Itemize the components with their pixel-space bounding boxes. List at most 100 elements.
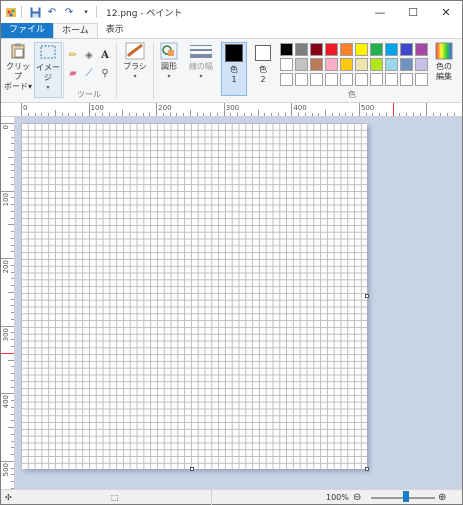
- palette-swatch[interactable]: [370, 58, 383, 71]
- palette-swatch[interactable]: [370, 43, 383, 56]
- ruler-tick: [277, 113, 279, 116]
- tab-home[interactable]: ホーム: [53, 23, 98, 38]
- tab-view[interactable]: 表示: [98, 23, 132, 38]
- ruler-tick: [8, 291, 14, 293]
- ruler-tick: [11, 332, 14, 334]
- brush-label: ブラシ: [123, 62, 147, 71]
- ruler-tick: [257, 110, 259, 116]
- palette-swatch[interactable]: [310, 73, 323, 86]
- close-button[interactable]: ✕: [431, 1, 461, 23]
- customize-quick-access-icon[interactable]: ▾: [79, 5, 93, 19]
- ruler-label: 400: [2, 395, 10, 409]
- resize-handle-right[interactable]: [365, 294, 369, 298]
- cursor-position-icon: ✣: [5, 493, 12, 502]
- ruler-tick: [230, 113, 232, 116]
- drawing-canvas[interactable]: [21, 123, 367, 469]
- palette-swatch[interactable]: [280, 43, 293, 56]
- paint-app-icon[interactable]: [4, 5, 18, 19]
- palette-swatch[interactable]: [280, 73, 293, 86]
- palette-swatch[interactable]: [325, 73, 338, 86]
- text-tool-icon[interactable]: A: [98, 48, 112, 62]
- ruler-tick: [81, 113, 83, 116]
- palette-swatch[interactable]: [295, 73, 308, 86]
- palette-swatch[interactable]: [400, 58, 413, 71]
- ruler-tick: [264, 113, 266, 116]
- palette-swatch[interactable]: [295, 43, 308, 56]
- palette-swatch[interactable]: [340, 43, 353, 56]
- palette-swatch[interactable]: [325, 43, 338, 56]
- palette-swatch[interactable]: [310, 43, 323, 56]
- palette-swatch[interactable]: [400, 73, 413, 86]
- clipboard-button[interactable]: クリップ ボード▾: [4, 42, 32, 92]
- shapes-button[interactable]: 図形 ▾: [156, 42, 182, 82]
- palette-swatch[interactable]: [295, 58, 308, 71]
- ruler-cursor-marker: [1, 353, 14, 354]
- ruler-tick: [304, 113, 306, 116]
- ruler-tick: [1, 258, 14, 260]
- ruler-tick: [223, 103, 225, 116]
- ruler-tick: [426, 103, 428, 116]
- redo-icon[interactable]: ↷: [62, 5, 76, 19]
- ruler-tick: [11, 386, 14, 388]
- palette-swatch[interactable]: [340, 73, 353, 86]
- ruler-tick: [385, 113, 387, 116]
- ruler-tick: [95, 113, 97, 116]
- image-button[interactable]: イメージ ▾: [34, 42, 62, 98]
- palette-swatch[interactable]: [355, 43, 368, 56]
- ruler-tick: [169, 113, 171, 116]
- color1-button[interactable]: 色 1: [221, 42, 247, 96]
- palette-swatch[interactable]: [415, 58, 428, 71]
- palette-swatch[interactable]: [415, 43, 428, 56]
- line-width-button[interactable]: 線の幅 ▾: [185, 42, 217, 82]
- palette-swatch[interactable]: [280, 58, 293, 71]
- palette-swatch[interactable]: [385, 58, 398, 71]
- ruler-tick: [11, 183, 14, 185]
- ruler-tick: [11, 379, 14, 381]
- separator: [211, 490, 212, 505]
- ruler-tick: [318, 113, 320, 116]
- ribbon: クリップ ボード▾ イメージ ▾ ✏ ◈ A ▰ ⟋ ⚲ ツール ブラシ ▾ 図…: [1, 38, 462, 103]
- fill-bucket-icon[interactable]: ◈: [82, 48, 96, 62]
- resize-handle-corner[interactable]: [365, 467, 369, 471]
- zoom-slider-thumb[interactable]: [403, 491, 410, 502]
- palette-swatch[interactable]: [340, 58, 353, 71]
- ruler-tick: [11, 143, 14, 145]
- maximize-button[interactable]: ☐: [398, 1, 428, 23]
- palette-swatch[interactable]: [385, 73, 398, 86]
- brush-button[interactable]: ブラシ ▾: [120, 42, 150, 82]
- undo-icon[interactable]: ↶: [45, 5, 59, 19]
- palette-swatch[interactable]: [310, 58, 323, 71]
- tab-file[interactable]: ファイル: [1, 23, 54, 38]
- palette-swatch[interactable]: [355, 58, 368, 71]
- ruler-label: 200: [158, 104, 172, 112]
- magnifier-icon[interactable]: ⚲: [98, 66, 112, 80]
- ruler-tick: [271, 113, 273, 116]
- zoom-in-icon[interactable]: ⊕: [438, 490, 446, 505]
- ruler-tick: [352, 113, 354, 116]
- eraser-icon[interactable]: ▰: [66, 66, 80, 80]
- edit-colors-button[interactable]: 色の 編集: [431, 42, 457, 82]
- minimize-button[interactable]: —: [365, 1, 395, 23]
- ruler-tick: [34, 113, 36, 116]
- resize-handle-bottom[interactable]: [190, 467, 194, 471]
- palette-swatch[interactable]: [325, 58, 338, 71]
- pencil-icon[interactable]: ✏: [66, 48, 80, 62]
- palette-swatch[interactable]: [355, 73, 368, 86]
- clipboard-icon: [8, 42, 28, 60]
- ruler-tick: [75, 113, 77, 116]
- ruler-tick: [196, 113, 198, 116]
- palette-swatch[interactable]: [370, 73, 383, 86]
- ruler-tick: [21, 103, 22, 116]
- ruler-tick: [11, 474, 14, 476]
- palette-swatch[interactable]: [385, 43, 398, 56]
- color-picker-icon[interactable]: ⟋: [82, 66, 96, 80]
- palette-swatch[interactable]: [400, 43, 413, 56]
- ruler-tick: [1, 325, 14, 327]
- color2-button[interactable]: 色 2: [251, 42, 275, 85]
- ruler-label: 500: [2, 462, 10, 477]
- ruler-tick: [446, 113, 448, 116]
- zoom-out-icon[interactable]: ⊖: [353, 490, 361, 505]
- palette-swatch[interactable]: [415, 73, 428, 86]
- save-icon[interactable]: [28, 5, 42, 19]
- color1-label-1: 色: [230, 65, 238, 74]
